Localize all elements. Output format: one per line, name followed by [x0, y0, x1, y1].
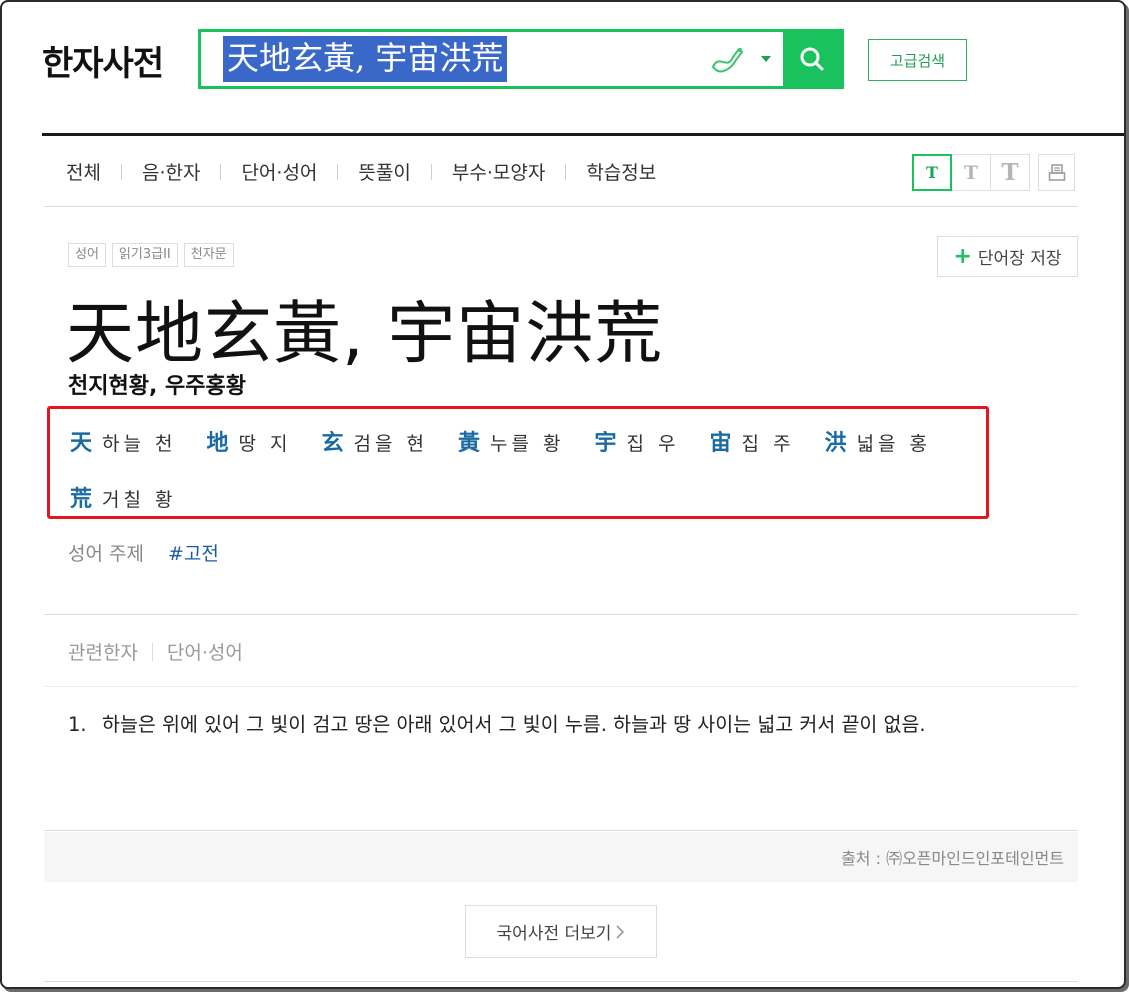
tag-thousand-char: 천자문	[183, 243, 234, 267]
topic-label: 성어 주제	[68, 543, 144, 565]
font-medium-button[interactable]: T	[951, 154, 991, 191]
char-item: 宇 집 우	[595, 425, 680, 457]
hanja-link[interactable]: 荒	[70, 481, 92, 513]
handwriting-input-icon[interactable]	[705, 32, 749, 86]
hanja-link[interactable]: 地	[207, 425, 229, 457]
hanja-link[interactable]: 洪	[825, 425, 847, 457]
hanja-reading: 거칠 황	[102, 489, 177, 511]
char-item: 洪 넓을 홍	[825, 425, 932, 457]
hanja-link[interactable]: 天	[70, 425, 92, 457]
hanja-reading: 땅 지	[238, 433, 292, 455]
hanja-link[interactable]: 玄	[322, 425, 344, 457]
tab-related-hanja[interactable]: 관련한자	[68, 638, 138, 665]
tab-related-words[interactable]: 단어·성어	[167, 638, 243, 665]
search-box: 天地玄黃, 宇宙洪荒	[198, 29, 844, 89]
tab-divider	[337, 163, 339, 180]
char-item: 荒 거칠 황	[70, 481, 177, 513]
source-bar: 출처 : ㈜오픈마인드인포테인먼트	[44, 832, 1078, 882]
hanja-reading: 집 주	[741, 433, 795, 455]
source-text: 출처 : ㈜오픈마인드인포테인먼트	[841, 849, 1064, 868]
font-large-button[interactable]: T	[990, 154, 1030, 191]
tab-divider	[430, 163, 432, 180]
definition-item: 1. 하늘은 위에 있어 그 빛이 검고 땅은 아래 있어서 그 빛이 누름. …	[68, 707, 1068, 742]
save-to-wordbook-button[interactable]: + 단어장 저장	[937, 236, 1078, 277]
character-meanings-highlight: 天 하늘 천 地 땅 지 玄 검을 현 黃 누를 황 宇 집 우 宙 집 주 洪…	[47, 406, 989, 519]
hanja-reading: 검을 현	[353, 433, 429, 455]
more-label: 국어사전 더보기	[496, 924, 612, 944]
print-icon	[1048, 163, 1065, 181]
category-tabs: 전체 음·한자 단어·성어 뜻풀이 부수·모양자 학습정보	[66, 158, 656, 185]
header-divider	[42, 133, 1124, 136]
entry-headword: 天地玄黃, 宇宙洪荒	[66, 295, 664, 374]
tab-divider	[120, 163, 122, 180]
window-frame: 한자사전 天地玄黃, 宇宙洪荒 고급검색 전체 음·한자 단어·성어 뜻풀이 부…	[0, 0, 1126, 989]
footer-divider	[44, 981, 1078, 982]
tab-meaning[interactable]: 뜻풀이	[358, 158, 410, 185]
section-divider	[44, 614, 1078, 615]
char-item: 宙 집 주	[710, 425, 795, 457]
tab-words-idioms[interactable]: 단어·성어	[241, 158, 317, 185]
related-tabs: 관련한자 단어·성어	[68, 638, 243, 665]
entry-reading: 천지현황, 우주홍황	[68, 374, 246, 399]
character-meanings-list: 天 하늘 천 地 땅 지 玄 검을 현 黃 누를 황 宇 집 우 宙 집 주 洪…	[70, 425, 970, 513]
char-item: 黃 누를 황	[458, 425, 565, 457]
tab-divider	[151, 642, 153, 661]
entry-tags: 성어 읽기3급II 천자문	[68, 243, 240, 267]
char-item: 玄 검을 현	[322, 425, 429, 457]
hanja-reading: 넓을 홍	[856, 433, 932, 455]
hanja-reading: 누를 황	[490, 433, 565, 455]
search-icon	[800, 47, 824, 71]
topic-hashtag-link[interactable]: #고전	[168, 539, 219, 566]
tab-all[interactable]: 전체	[66, 158, 101, 185]
tab-divider	[565, 163, 567, 180]
hanja-link[interactable]: 黃	[458, 425, 480, 457]
definition-text: 하늘은 위에 있어 그 빛이 검고 땅은 아래 있어서 그 빛이 누름. 하늘과…	[102, 713, 926, 736]
dictionary-logo[interactable]: 한자사전	[42, 36, 164, 85]
more-dictionary-button[interactable]: 국어사전 더보기	[465, 905, 657, 958]
char-item: 地 땅 지	[207, 425, 292, 457]
hanja-reading: 하늘 천	[102, 433, 177, 455]
print-button[interactable]	[1038, 154, 1075, 191]
font-small-button[interactable]: T	[912, 154, 952, 191]
hanja-link[interactable]: 宙	[710, 425, 732, 457]
tabs-divider	[44, 206, 1078, 207]
tab-radical-shape[interactable]: 부수·모양자	[452, 158, 545, 185]
search-input[interactable]: 天地玄黃, 宇宙洪荒	[201, 32, 705, 86]
search-query-text[interactable]: 天地玄黃, 宇宙洪荒	[223, 36, 508, 82]
tab-divider	[220, 163, 222, 180]
hanja-reading: 집 우	[626, 433, 680, 455]
tab-study-info[interactable]: 학습정보	[586, 158, 656, 185]
tab-sound-hanja[interactable]: 음·한자	[142, 158, 200, 185]
related-divider	[44, 686, 1078, 687]
advanced-search-button[interactable]: 고급검색	[868, 39, 967, 81]
definition-number: 1.	[68, 713, 87, 736]
tag-grade: 읽기3급II	[111, 243, 178, 267]
plus-icon: +	[953, 243, 972, 269]
idiom-topic: 성어 주제 #고전	[68, 539, 219, 566]
save-label: 단어장 저장	[977, 249, 1062, 269]
search-button[interactable]	[783, 32, 841, 86]
source-divider	[44, 830, 1078, 831]
char-item: 天 하늘 천	[70, 425, 177, 457]
font-size-controls: T T T	[912, 154, 1075, 191]
tag-idiom: 성어	[68, 243, 106, 267]
chevron-right-icon	[616, 924, 625, 939]
chevron-down-icon[interactable]	[749, 32, 783, 86]
hanja-link[interactable]: 宇	[595, 425, 617, 457]
